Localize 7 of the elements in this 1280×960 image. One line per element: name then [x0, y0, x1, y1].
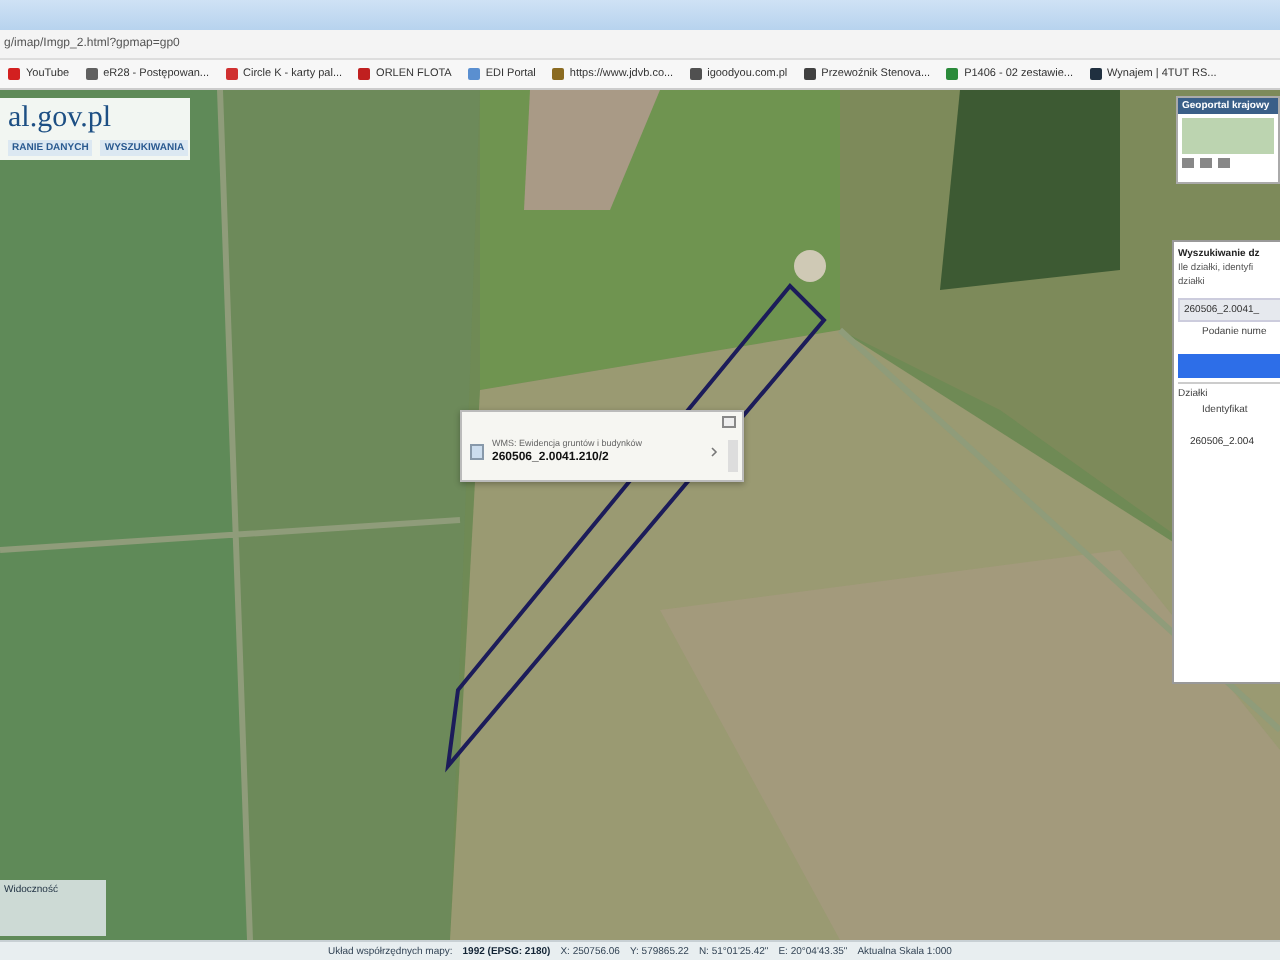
- layer-icon: [470, 444, 484, 460]
- search-button[interactable]: [1178, 354, 1280, 378]
- overview-map[interactable]: [1182, 118, 1274, 154]
- site-logo-text: al.gov.pl: [8, 102, 114, 136]
- chevron-icon[interactable]: [710, 446, 718, 458]
- close-icon[interactable]: [722, 416, 736, 428]
- scrollbar[interactable]: [728, 440, 738, 472]
